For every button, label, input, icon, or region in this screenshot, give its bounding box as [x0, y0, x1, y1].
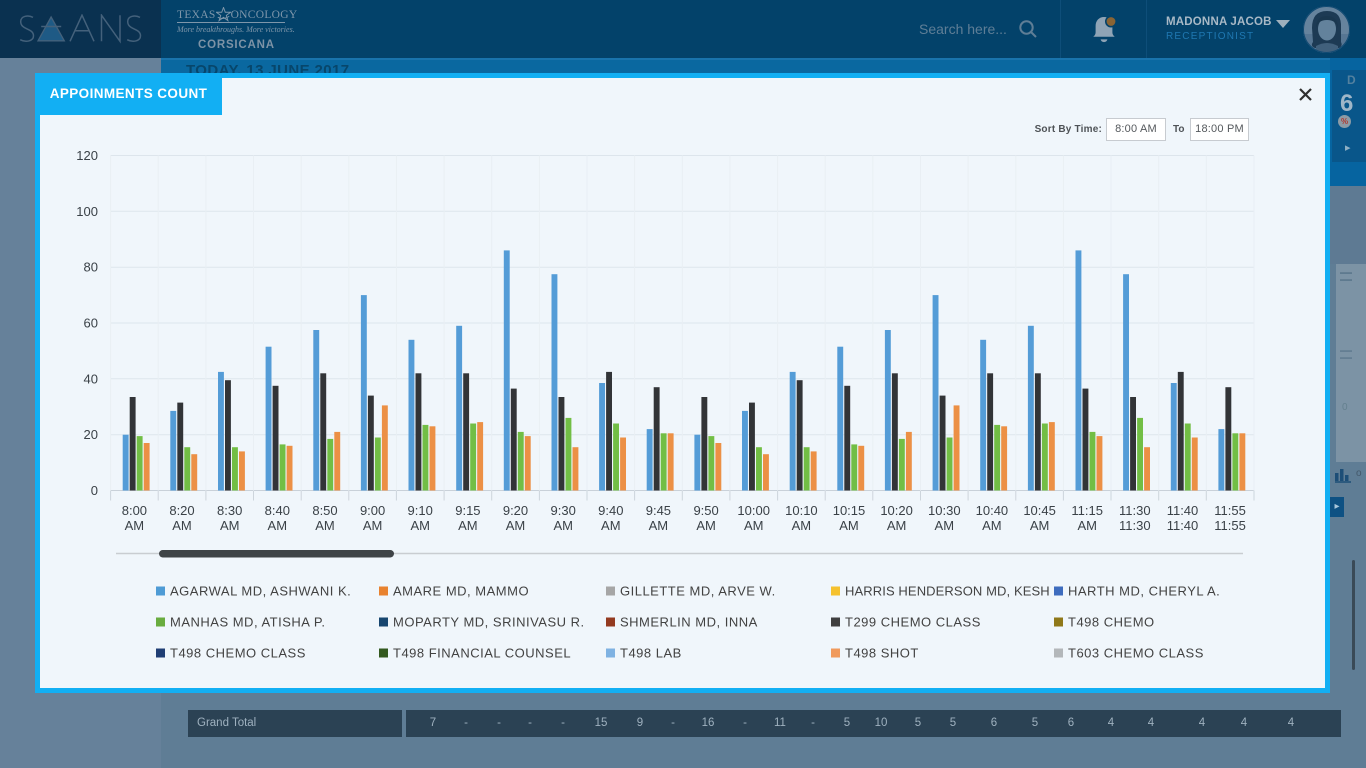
svg-text:AM: AM [410, 518, 430, 533]
svg-text:9:20: 9:20 [503, 503, 528, 518]
svg-text:40: 40 [84, 371, 98, 386]
svg-text:T498 SHOT: T498 SHOT [845, 646, 919, 661]
svg-text:AM: AM [220, 518, 240, 533]
svg-text:AM: AM [363, 518, 383, 533]
svg-text:AGARWAL MD, ASHWANI K.: AGARWAL MD, ASHWANI K. [170, 584, 351, 599]
svg-text:AMARE MD, MAMMO: AMARE MD, MAMMO [393, 584, 529, 599]
svg-text:10:10: 10:10 [785, 503, 818, 518]
svg-text:AM: AM [1077, 518, 1097, 533]
svg-text:AM: AM [935, 518, 955, 533]
svg-text:AM: AM [839, 518, 859, 533]
svg-text:T603 CHEMO CLASS: T603 CHEMO CLASS [1068, 646, 1204, 661]
svg-text:AM: AM [506, 518, 526, 533]
svg-text:T498 FINANCIAL COUNSEL: T498 FINANCIAL COUNSEL [393, 646, 571, 661]
svg-text:T498 CHEMO CLASS: T498 CHEMO CLASS [170, 646, 306, 661]
svg-text:9:00: 9:00 [360, 503, 385, 518]
svg-text:AM: AM [172, 518, 192, 533]
svg-text:MOPARTY MD, SRINIVASU R.: MOPARTY MD, SRINIVASU R. [393, 615, 585, 630]
svg-text:9:50: 9:50 [693, 503, 718, 518]
svg-text:10:20: 10:20 [880, 503, 913, 518]
svg-text:9:15: 9:15 [455, 503, 480, 518]
svg-text:HARRIS HENDERSON MD, KESH: HARRIS HENDERSON MD, KESH [845, 584, 1050, 599]
svg-text:11:55: 11:55 [1214, 503, 1246, 518]
svg-text:AM: AM [887, 518, 907, 533]
svg-text:10:40: 10:40 [976, 503, 1009, 518]
svg-text:10:30: 10:30 [928, 503, 961, 518]
svg-text:80: 80 [84, 260, 98, 275]
svg-text:100: 100 [76, 204, 98, 219]
svg-text:AM: AM [601, 518, 621, 533]
svg-text:0: 0 [91, 483, 98, 498]
svg-text:AM: AM [458, 518, 478, 533]
svg-text:GILLETTE MD, ARVE W.: GILLETTE MD, ARVE W. [620, 584, 776, 599]
svg-text:8:30: 8:30 [217, 503, 242, 518]
svg-text:11:55: 11:55 [1214, 518, 1246, 533]
svg-text:11:30: 11:30 [1119, 518, 1151, 533]
svg-text:MANHAS MD, ATISHA P.: MANHAS MD, ATISHA P. [170, 615, 325, 630]
svg-text:AM: AM [982, 518, 1002, 533]
svg-text:11:40: 11:40 [1167, 518, 1199, 533]
svg-text:8:00: 8:00 [122, 503, 147, 518]
svg-text:AM: AM [553, 518, 573, 533]
svg-text:T498 CHEMO: T498 CHEMO [1068, 615, 1155, 630]
svg-text:120: 120 [76, 148, 98, 163]
svg-text:AM: AM [696, 518, 716, 533]
svg-text:11:40: 11:40 [1167, 503, 1199, 518]
svg-text:AM: AM [125, 518, 144, 533]
svg-text:9:40: 9:40 [598, 503, 623, 518]
svg-text:HARTH MD, CHERYL A.: HARTH MD, CHERYL A. [1068, 584, 1220, 599]
svg-text:8:50: 8:50 [312, 503, 337, 518]
svg-text:60: 60 [84, 316, 98, 331]
svg-text:9:45: 9:45 [646, 503, 671, 518]
svg-text:AM: AM [268, 518, 288, 533]
svg-text:11:15: 11:15 [1071, 503, 1103, 518]
svg-text:AM: AM [1030, 518, 1050, 533]
svg-text:SHMERLIN MD, INNA: SHMERLIN MD, INNA [620, 615, 758, 630]
svg-text:9:30: 9:30 [551, 503, 576, 518]
svg-text:T299 CHEMO CLASS: T299 CHEMO CLASS [845, 615, 981, 630]
svg-text:10:00: 10:00 [737, 503, 770, 518]
svg-text:AM: AM [744, 518, 764, 533]
svg-text:10:15: 10:15 [833, 503, 866, 518]
svg-text:AM: AM [315, 518, 335, 533]
svg-text:AM: AM [792, 518, 812, 533]
svg-text:8:40: 8:40 [265, 503, 290, 518]
svg-text:T498 LAB: T498 LAB [620, 646, 682, 661]
svg-text:20: 20 [84, 427, 98, 442]
svg-text:10:45: 10:45 [1023, 503, 1056, 518]
svg-text:9:10: 9:10 [408, 503, 433, 518]
svg-text:11:30: 11:30 [1119, 503, 1151, 518]
svg-text:8:20: 8:20 [169, 503, 194, 518]
svg-text:AM: AM [649, 518, 669, 533]
